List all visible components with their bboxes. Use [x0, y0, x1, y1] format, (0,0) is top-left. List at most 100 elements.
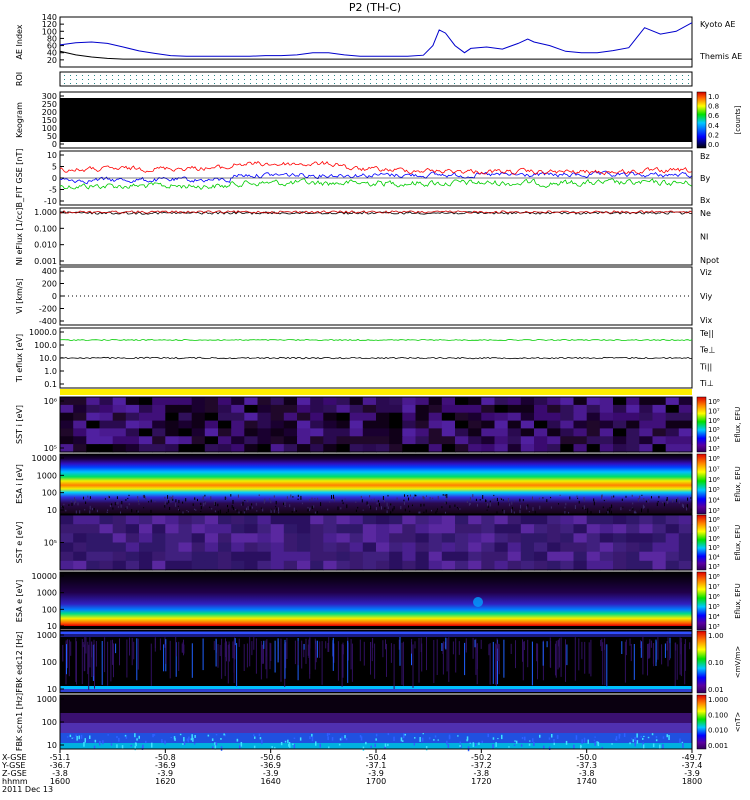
colorbar-tick-label: 10³: [708, 507, 720, 515]
esa-i-noise: [386, 502, 388, 507]
fbk-e-burst: [316, 640, 318, 658]
fbk-e-burst: [624, 641, 626, 683]
sst-i-spectrogram-cell: [402, 412, 417, 422]
sst-i-spectrogram-cell: [678, 444, 693, 453]
fbk-e-band: [60, 689, 692, 692]
sst-i-spectrogram-cell: [560, 428, 575, 437]
esa-i-noise: [362, 509, 364, 511]
fbk-b-speckle: [261, 739, 263, 745]
esa-i-noise: [449, 505, 451, 509]
roi-dot: [268, 79, 269, 80]
esa-i-noise: [565, 502, 567, 506]
fbk-e-band: [60, 686, 692, 689]
fbk-b-speckle: [655, 736, 658, 739]
sst-i-spectrogram-cell: [349, 428, 364, 437]
fbk-b-speckle: [135, 742, 137, 747]
sst-e-spectrogram-cell: [86, 560, 101, 571]
sst-i-spectrogram-cell: [125, 404, 140, 414]
sst-i-spectrogram-cell: [586, 404, 601, 414]
fbk-e-burst: [446, 638, 448, 672]
fbk-e-burst: [600, 640, 602, 647]
velocity-legend-1: Viy: [700, 292, 713, 301]
sst-e-spectrogram-cell: [665, 524, 680, 534]
esa-i-noise: [534, 510, 536, 514]
sst-e-spectrogram-cell: [586, 524, 601, 534]
fbk-e-burst: [503, 639, 505, 678]
sst-e-spectrogram-cell: [270, 560, 285, 571]
esa-e-cutoff: [60, 626, 692, 629]
fbk-e-burst: [178, 641, 180, 671]
fbk-b-speckle: [632, 739, 634, 743]
colorbar-label: Eflux, EFU: [734, 583, 742, 618]
esa-i-noise: [437, 508, 438, 510]
fbk-b-speckle: [594, 741, 596, 746]
fbk-e-spectrogram: [59, 630, 693, 694]
fbk-b-speckle: [345, 738, 348, 741]
esa-i-noise: [559, 494, 561, 496]
esa-i-noise: [137, 496, 139, 499]
sst-i-spectrogram-cell: [678, 404, 693, 414]
esa-i-noise: [403, 499, 405, 502]
esa-i-noise: [131, 509, 133, 513]
fbk-b-speckle: [69, 734, 72, 737]
fbk-e-burst: [452, 641, 454, 655]
fbk-e-burst: [382, 640, 384, 658]
sst-e-spectrogram-cell: [125, 533, 140, 544]
roi-dot: [670, 79, 671, 80]
sst-e-spectrogram-cell: [99, 515, 114, 525]
sst-e-spectrogram-cell: [560, 542, 575, 553]
roi-dot: [382, 79, 383, 80]
sst-i-spectrogram-cell: [139, 404, 153, 414]
esa-i-noise: [337, 506, 339, 511]
ae-panel: 14012010080604020 Kyoto AE Themis AE: [42, 13, 742, 68]
sst-i-spectrogram-cell: [204, 404, 219, 414]
roi-dot: [100, 75, 101, 76]
sst-e-spectrogram-cell: [428, 533, 443, 544]
roi-dot: [244, 79, 245, 80]
sst-i-spectrogram-cell: [244, 404, 259, 414]
spectrogram-panels: [59, 396, 693, 752]
sst-e-spectrogram-cell: [283, 533, 298, 544]
sst-i-spectrogram-cell: [415, 412, 430, 422]
esa-i-noise: [526, 506, 528, 510]
sst-e-spectrogram-cell: [639, 515, 654, 525]
colorbar-label: Eflux, EFU: [734, 466, 742, 501]
roi-dot: [220, 79, 221, 80]
fbk-e-burst: [642, 637, 644, 675]
fbk-b-speckle: [583, 737, 586, 743]
sst-e-spectrogram-cell: [586, 560, 601, 571]
sst-e-spectrogram-cell: [297, 533, 311, 544]
sst-i-spectrogram-cell: [191, 428, 206, 437]
sst-i-spectrogram-cell: [586, 444, 601, 453]
fbk-b-speckle: [293, 737, 296, 739]
fbk-b-speckle: [472, 742, 475, 747]
roi-dot: [268, 75, 269, 76]
esa-i-noise: [507, 498, 509, 502]
esa-i-noise: [387, 494, 389, 497]
xtick-t: 1620: [155, 777, 175, 786]
fbk-b-speckle: [623, 733, 626, 737]
sst-e-spectrogram-cell: [191, 560, 206, 571]
esa-i-noise: [293, 507, 295, 512]
esa-i-noise: [558, 503, 559, 505]
sst-i-spectrogram-cell: [244, 444, 259, 453]
fbk-e-burst: [402, 641, 404, 686]
roi-dot: [628, 83, 629, 84]
roi-dot: [292, 79, 293, 80]
roi-dot: [586, 75, 587, 76]
sst-i-spectrogram-cell: [152, 420, 166, 430]
sst-i-spectrogram-cell: [191, 412, 206, 422]
esa-i-noise: [247, 499, 249, 503]
fbk-b-speckle: [93, 745, 96, 749]
esa-i-noise: [519, 498, 521, 502]
sst-e-spectrogram-cell: [283, 515, 298, 525]
sst-i-spectrogram-cell: [310, 420, 324, 430]
roi-dot: [112, 83, 113, 84]
sst-i-spectrogram-cell: [283, 444, 298, 453]
fbk-e-burst: [66, 639, 68, 669]
esa-i-noise: [404, 501, 405, 505]
fbk-e-burst: [370, 642, 371, 675]
esa-i-noise: [164, 501, 166, 504]
sst-i-spectrogram-cell: [60, 428, 74, 437]
fbk-e-burst: [129, 637, 130, 656]
